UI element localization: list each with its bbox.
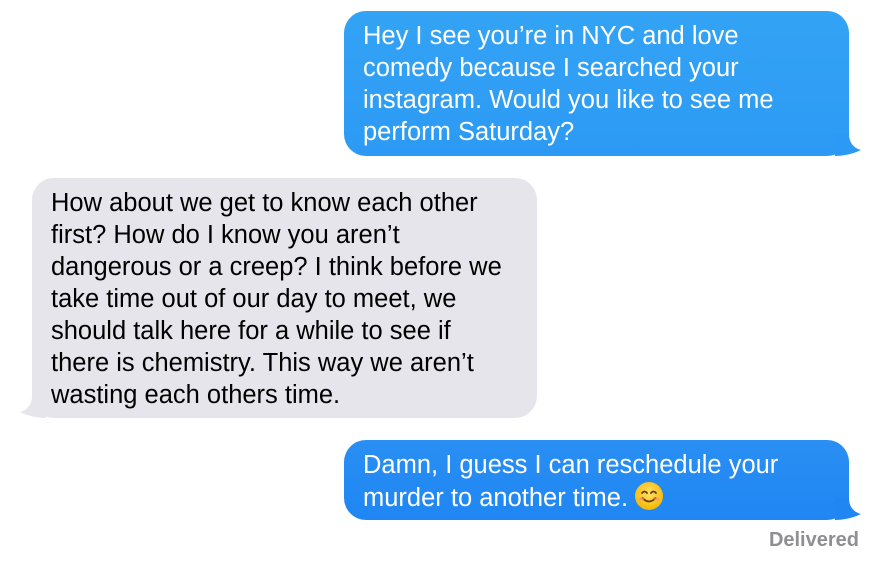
bubble-tail-icon (20, 396, 46, 418)
message-text-content: Damn, I guess I can reschedule your murd… (363, 451, 779, 512)
incoming-message-bubble[interactable]: How about we get to know each other firs… (20, 178, 537, 418)
message-thread: Hey I see you’re in NYC and love comedy … (0, 0, 888, 567)
delivery-status: Delivered (768, 529, 859, 551)
message-text: Hey I see you’re in NYC and love comedy … (363, 22, 774, 146)
smiling-face-icon (635, 482, 664, 510)
message-text: How about we get to know each other firs… (51, 189, 502, 409)
outgoing-message-bubble[interactable]: Damn, I guess I can reschedule your murd… (344, 440, 861, 520)
bubble-tail-icon (835, 498, 861, 520)
outgoing-message-bubble[interactable]: Hey I see you’re in NYC and love comedy … (344, 11, 861, 156)
bubble-tail-icon (835, 134, 861, 156)
message-text: Damn, I guess I can reschedule your murd… (363, 449, 827, 514)
